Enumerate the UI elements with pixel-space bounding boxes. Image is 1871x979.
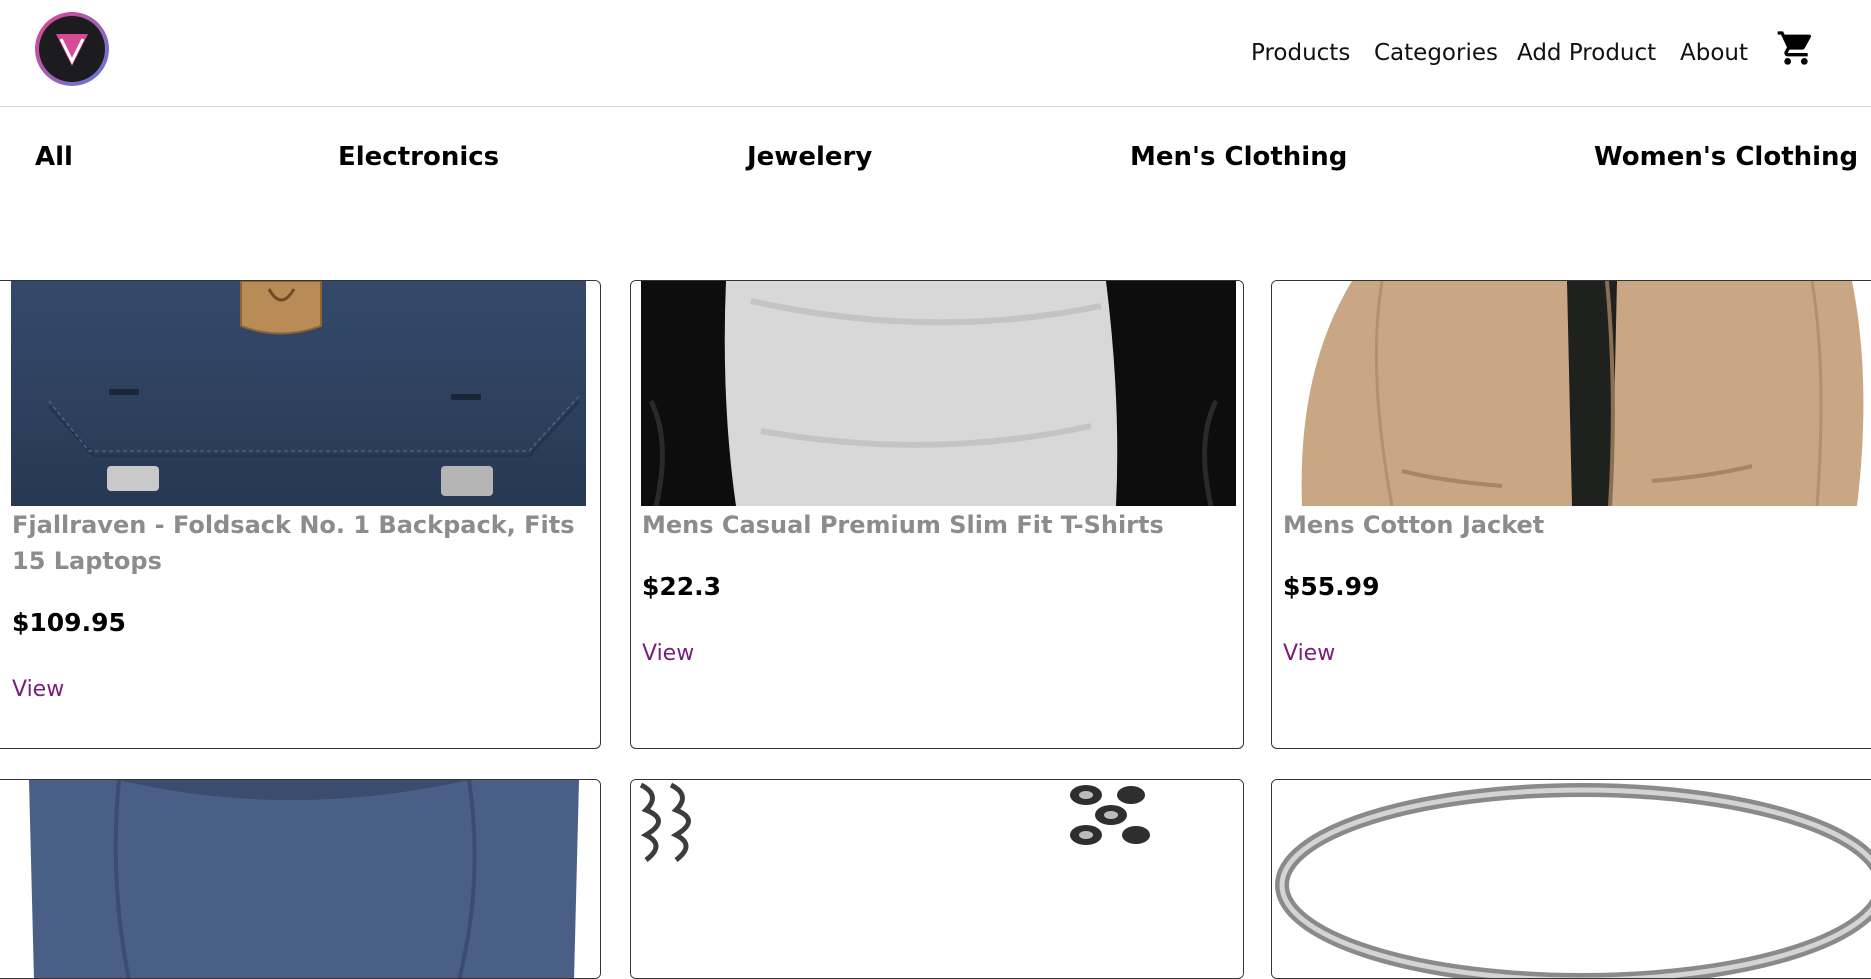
product-card: Mens Casual Premium Slim Fit T-Shirts $2… <box>630 280 1244 749</box>
product-card <box>630 779 1244 979</box>
product-price: $22.3 <box>642 572 722 601</box>
product-image-jacket[interactable] <box>1272 281 1871 506</box>
product-card: Fjallraven - Foldsack No. 1 Backpack, Fi… <box>0 280 601 749</box>
product-view-link[interactable]: View <box>12 677 64 702</box>
product-card: Mens Cotton Jacket $55.99 View <box>1271 280 1871 749</box>
nav-add-product-link[interactable]: Add Product <box>1517 38 1656 68</box>
nav-products-link[interactable]: Products <box>1251 38 1350 68</box>
v-logo-icon <box>39 16 105 82</box>
product-image-ring[interactable] <box>1272 780 1871 978</box>
shopping-cart-icon[interactable] <box>1776 28 1816 68</box>
product-price: $109.95 <box>12 608 126 637</box>
product-image-bracelet[interactable] <box>631 780 1243 978</box>
product-image-backpack[interactable] <box>0 281 600 506</box>
product-image-blue-shirt[interactable] <box>0 780 600 978</box>
nav-categories-link[interactable]: Categories <box>1374 38 1498 68</box>
product-card <box>1271 779 1871 979</box>
navbar: Products Categories Add Product About <box>0 0 1871 107</box>
nav-about-link[interactable]: About <box>1680 38 1748 68</box>
product-title: Mens Cotton Jacket <box>1283 511 1545 539</box>
product-price: $55.99 <box>1283 572 1380 601</box>
category-mens-clothing[interactable]: Men's Clothing <box>1130 140 1347 174</box>
category-womens-clothing[interactable]: Women's Clothing <box>1594 140 1858 174</box>
product-view-link[interactable]: View <box>1283 641 1335 666</box>
product-view-link[interactable]: View <box>642 641 694 666</box>
category-electronics[interactable]: Electronics <box>338 140 499 174</box>
product-image-tshirt[interactable] <box>631 281 1243 506</box>
category-jewelery[interactable]: Jewelery <box>747 140 872 174</box>
product-title: Mens Casual Premium Slim Fit T-Shirts <box>642 511 1164 539</box>
product-card <box>0 779 601 979</box>
product-title: Fjallraven - Foldsack No. 1 Backpack, Fi… <box>12 511 575 575</box>
category-all[interactable]: All <box>35 140 73 174</box>
brand-logo[interactable] <box>35 12 109 86</box>
